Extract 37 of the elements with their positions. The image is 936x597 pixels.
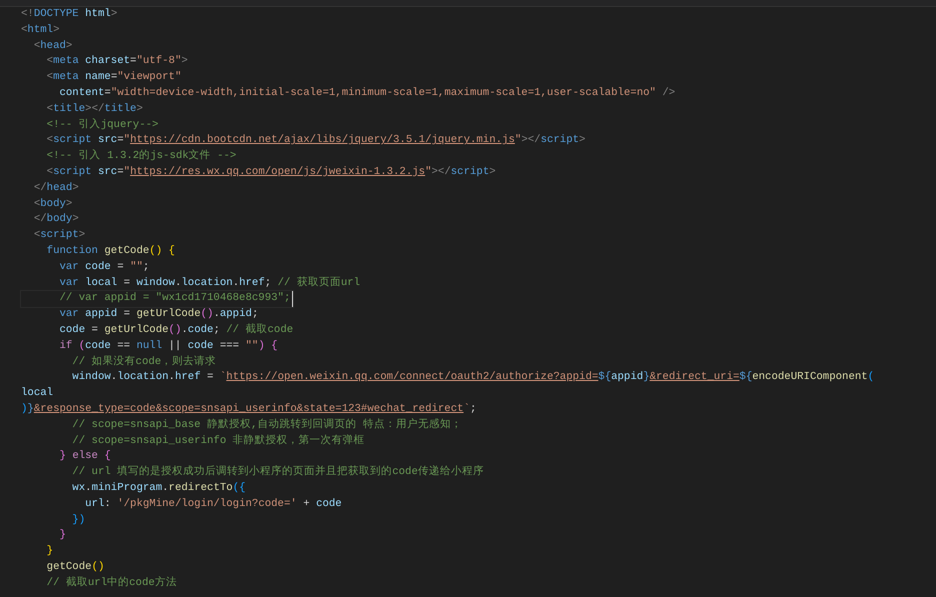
- code-line: url: '/pkgMine/login/login?code=' + code: [84, 496, 342, 512]
- code-line: <script>: [32, 228, 86, 244]
- code-line: if (code == null || code === "") {: [58, 338, 278, 354]
- code-line: <script src="https://cdn.bootcdn.net/ajax/libs/jquery/3.5.1/jquery.min.js"></script>: [46, 133, 586, 148]
- code-line: <!-- 引入jquery-->: [46, 118, 158, 133]
- code-line: var appid = getUrlCode().appid;: [58, 307, 258, 322]
- code-line: // scope=snsapi_base 静默授权,自动跳转到回调页的 特点：用户无感知；: [71, 418, 462, 433]
- code-line: var local = window.location.href; // 获取页面url: [58, 276, 360, 291]
- code-line: // 截取url中的code方法: [46, 576, 177, 591]
- code-line: getCode(): [46, 560, 104, 575]
- code-line: <script src="https://res.wx.qq.com/open/js/jweixin-1.3.2.js"></script>: [46, 164, 496, 180]
- code-line: }: [46, 544, 54, 560]
- code-line: }: [58, 528, 66, 544]
- code-line: content="width=device-width,initial-scale=1,minimum-scale=1,maximum-scale=1,user-scalable=no" />: [58, 86, 676, 101]
- code-line: }): [71, 512, 86, 528]
- code-line: var code = "";: [58, 260, 150, 275]
- code-line: <!DOCTYPE html>: [21, 7, 118, 22]
- code-line: // scope=snsapi_userinfo 非静默授权，第一次有弹框: [71, 434, 365, 449]
- code-line: // 如果没有code，则去请求: [71, 354, 216, 370]
- code-line: local: [21, 386, 54, 402]
- code-line: </head>: [32, 180, 79, 196]
- code-line: <title></title>: [46, 102, 143, 117]
- code-line: <!-- 引入 1.3.2的js-sdk文件 -->: [46, 149, 236, 164]
- code-line: window.location.href = `https://open.weixin.qq.com/connect/oauth2/authorize?appid=${appid}&redirect_uri=${encodeURIComponent(: [71, 370, 874, 386]
- code-line: <meta name="viewport": [46, 70, 182, 86]
- code-line: code = getUrlCode().code; // 截取code: [58, 322, 294, 338]
- code-line: <html>: [21, 22, 60, 38]
- code-line: function getCode() {: [46, 244, 175, 259]
- code-line: <meta charset="utf-8">: [46, 54, 188, 70]
- code-line: // var appid = "wx1cd1710468e8c993";: [21, 291, 294, 308]
- code-line: // url 填写的是授权成功后调转到小程序的页面并且把获取到的code传递给小程序: [71, 465, 484, 480]
- code-line: <head>: [32, 38, 72, 54]
- code-line: } else {: [58, 449, 111, 464]
- code-line: )}&response_type=code&scope=snsapi_userinfo&state=123#wechat_redirect`;: [21, 402, 476, 417]
- code-line: wx.miniProgram.redirectTo({: [71, 480, 246, 496]
- code-line: <body>: [32, 196, 72, 212]
- code-line: </body>: [32, 212, 79, 228]
